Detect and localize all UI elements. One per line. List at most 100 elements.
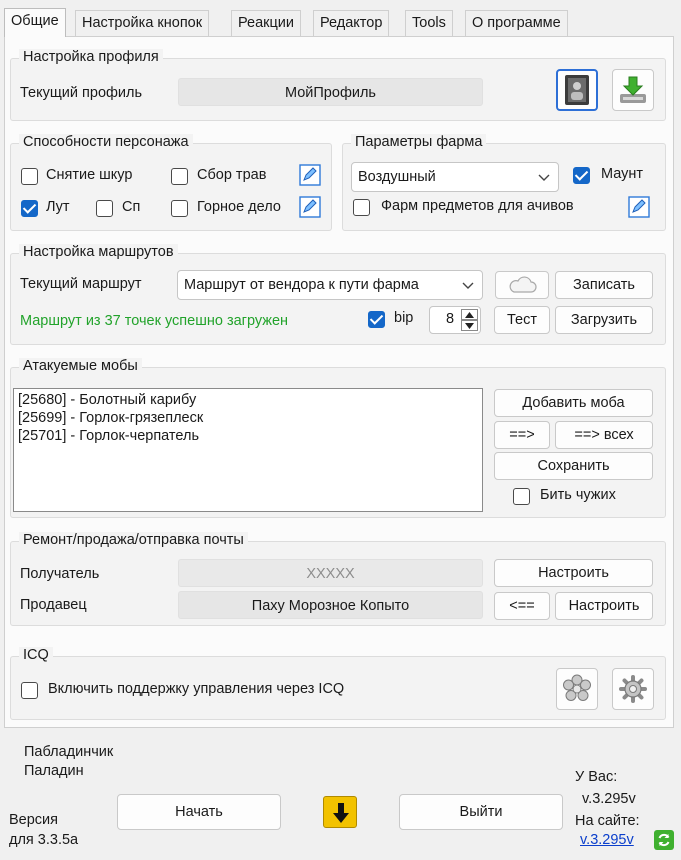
- exit-button[interactable]: Выйти: [399, 794, 563, 830]
- route-legend: Настройка маршрутов: [19, 244, 178, 260]
- herbalism-label: Сбор трав: [197, 167, 267, 183]
- chevron-down-icon: [538, 174, 550, 181]
- beat-others-label: Бить чужих: [540, 487, 616, 503]
- route-select[interactable]: Маршрут от вендора к пути фарма: [177, 270, 483, 300]
- refresh-icon: [658, 833, 670, 847]
- site-version-link[interactable]: v.3.295v: [580, 832, 634, 848]
- tab-about[interactable]: О программе: [465, 10, 568, 36]
- refresh-button[interactable]: [654, 830, 674, 850]
- icq-settings-button[interactable]: [612, 668, 654, 710]
- version-for: для 3.3.5a: [9, 832, 79, 848]
- profile-select-button[interactable]: МойПрофиль: [178, 78, 483, 106]
- profile-group: Настройка профиля Текущий профиль МойПро…: [10, 49, 666, 121]
- edit-achiev-icon[interactable]: [628, 196, 650, 218]
- cloud-icon: [509, 276, 537, 293]
- route-group: Настройка маршрутов Текущий маршрут Марш…: [10, 244, 666, 345]
- tab-tools[interactable]: Tools: [405, 10, 453, 36]
- edit-mining-icon[interactable]: [299, 196, 321, 218]
- recipient-field[interactable]: XXXXX: [178, 559, 483, 587]
- abilities-legend: Способности персонажа: [19, 134, 193, 150]
- farm-mode-select[interactable]: Воздушный: [351, 162, 559, 192]
- mount-label: Маунт: [601, 166, 644, 182]
- spin-down-button[interactable]: [461, 320, 478, 331]
- skinning-checkbox[interactable]: [21, 168, 38, 185]
- download-profile-button[interactable]: [612, 69, 654, 111]
- mobs-listbox[interactable]: [25680] - Болотный карибу [25699] - Горл…: [13, 388, 483, 512]
- bip-label: bip: [394, 310, 414, 326]
- farm-group: Параметры фарма Воздушный Маунт Фарм пре…: [342, 134, 666, 231]
- download-icon: [620, 76, 646, 103]
- arrow-down-icon: [333, 803, 349, 823]
- list-item[interactable]: [25701] - Горлок-черпатель: [18, 427, 478, 445]
- mobs-legend: Атакуемые мобы: [19, 358, 142, 374]
- load-button[interactable]: Загрузить: [555, 306, 653, 334]
- move-button[interactable]: ==>: [494, 421, 550, 449]
- profile-label: Текущий профиль: [20, 85, 143, 101]
- route-value: Маршрут от вендора к пути фарма: [184, 277, 419, 293]
- farm-legend: Параметры фарма: [351, 134, 487, 150]
- tab-editor[interactable]: Редактор: [313, 10, 390, 36]
- seller-label: Продавец: [20, 597, 87, 613]
- flower-icon: [563, 674, 591, 701]
- tab-bar: Общие Настройка кнопок Реакции Редактор …: [0, 0, 681, 37]
- herbalism-checkbox[interactable]: [171, 168, 188, 185]
- skinning-label: Снятие шкур: [46, 167, 133, 183]
- mount-checkbox[interactable]: [573, 167, 590, 184]
- configure-recipient-button[interactable]: Настроить: [494, 559, 653, 587]
- profile-card-icon: [565, 75, 589, 105]
- move-all-button[interactable]: ==> всех: [555, 421, 653, 449]
- on-site-label: На сайте:: [575, 813, 640, 829]
- icq-enable-label: Включить поддержку управления через ICQ: [48, 681, 345, 697]
- seller-field[interactable]: Паху Морозное Копыто: [178, 591, 483, 619]
- gear-icon: [619, 675, 647, 703]
- arrow-down-button[interactable]: [323, 796, 357, 828]
- achiev-checkbox[interactable]: [353, 199, 370, 216]
- abilities-group: Способности персонажа Снятие шкур Сбор т…: [10, 134, 332, 231]
- list-item[interactable]: [25699] - Горлок-грязеплеск: [18, 409, 478, 427]
- icq-legend: ICQ: [19, 647, 53, 663]
- loot-checkbox[interactable]: [21, 200, 38, 217]
- achiev-label: Фарм предметов для ачивов: [381, 198, 574, 214]
- edit-herbs-icon[interactable]: [299, 164, 321, 186]
- farm-mode-value: Воздушный: [358, 169, 436, 185]
- icq-flower-button[interactable]: [556, 668, 598, 710]
- record-button[interactable]: Записать: [555, 271, 653, 299]
- list-item[interactable]: [25680] - Болотный карибу: [18, 391, 478, 409]
- tab-reactions[interactable]: Реакции: [231, 10, 302, 36]
- recipient-label: Получатель: [20, 566, 100, 582]
- back-button[interactable]: <==: [494, 592, 550, 620]
- loot-label: Лут: [46, 199, 70, 215]
- route-status: Маршрут из 37 точек успешно загружен: [20, 313, 289, 329]
- configure-seller-button[interactable]: Настроить: [555, 592, 653, 620]
- mining-checkbox[interactable]: [171, 200, 188, 217]
- save-mobs-button[interactable]: Сохранить: [494, 452, 653, 480]
- tab-general[interactable]: Общие: [4, 8, 66, 37]
- repair-group: Ремонт/продажа/отправка почты Получатель…: [10, 532, 666, 626]
- beat-others-checkbox[interactable]: [513, 488, 530, 505]
- route-label: Текущий маршрут: [20, 276, 142, 292]
- local-version: v.3.295v: [582, 791, 636, 807]
- character-class: Паладин: [24, 763, 84, 779]
- bip-spinner[interactable]: 8: [429, 306, 481, 334]
- sp-label: Сп: [122, 199, 141, 215]
- arrow-up-icon: [465, 312, 474, 318]
- mining-label: Горное дело: [197, 199, 281, 215]
- bip-spin-value: 8: [446, 311, 455, 327]
- spin-up-button[interactable]: [461, 309, 478, 320]
- character-name: Пабладинчик: [24, 744, 114, 760]
- start-button[interactable]: Начать: [117, 794, 281, 830]
- add-mob-button[interactable]: Добавить моба: [494, 389, 653, 417]
- icq-group: ICQ Включить поддержку управления через …: [10, 647, 666, 720]
- repair-legend: Ремонт/продажа/отправка почты: [19, 532, 248, 548]
- mobs-group: Атакуемые мобы [25680] - Болотный карибу…: [10, 358, 666, 518]
- cloud-button[interactable]: [495, 271, 549, 299]
- tab-buttons[interactable]: Настройка кнопок: [75, 10, 210, 36]
- test-button[interactable]: Тест: [494, 306, 550, 334]
- sp-checkbox[interactable]: [96, 200, 113, 217]
- profile-legend: Настройка профиля: [19, 49, 163, 65]
- icq-enable-checkbox[interactable]: [21, 682, 38, 699]
- profile-card-button[interactable]: [556, 69, 598, 111]
- chevron-down-icon: [462, 282, 474, 289]
- bip-checkbox[interactable]: [368, 311, 385, 328]
- arrow-down-icon: [465, 323, 474, 329]
